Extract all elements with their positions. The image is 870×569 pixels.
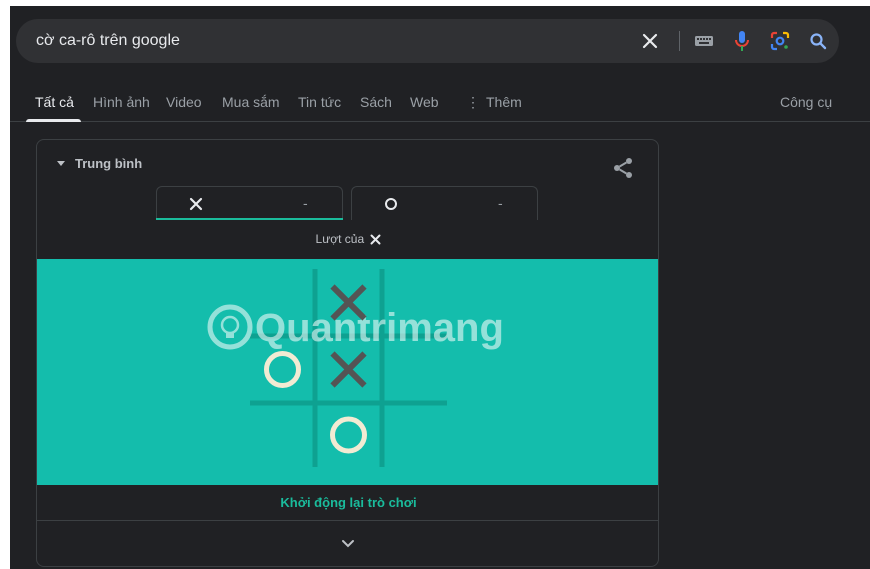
active-tab-indicator xyxy=(26,119,81,122)
tab-news[interactable]: Tin tức xyxy=(298,94,341,110)
google-results-page: cờ ca-rô trên google Tất cả Hình ảnh Vid… xyxy=(10,6,870,569)
card-divider xyxy=(37,520,658,521)
difficulty-dropdown[interactable]: Trung bình xyxy=(57,156,142,171)
search-bar-divider xyxy=(679,31,680,51)
x-mark-icon xyxy=(189,197,203,211)
tab-more[interactable]: ⋮ Thêm xyxy=(466,94,522,111)
tab-shopping[interactable]: Mua sắm xyxy=(222,94,280,110)
board-cell[interactable] xyxy=(250,269,315,336)
board-cell[interactable] xyxy=(382,269,447,336)
search-input[interactable]: cờ ca-rô trên google xyxy=(36,19,180,63)
tab-more-label: Thêm xyxy=(486,94,522,110)
x-mark-icon xyxy=(370,234,381,245)
google-lens-icon[interactable] xyxy=(768,29,792,53)
tools-button[interactable]: Công cụ xyxy=(780,94,832,110)
restart-game-button[interactable]: Khởi động lại trò chơi xyxy=(37,495,658,510)
player-o-score: - xyxy=(498,195,503,211)
board-cell[interactable] xyxy=(382,403,447,467)
board-cell[interactable] xyxy=(382,336,447,403)
active-player-indicator xyxy=(156,218,343,220)
board-cell[interactable] xyxy=(315,403,382,467)
game-board[interactable]: Quantrimang xyxy=(37,259,658,485)
board-marks xyxy=(250,269,447,467)
tab-books[interactable]: Sách xyxy=(360,94,392,110)
turn-indicator: Lượt của xyxy=(37,232,658,246)
board-cell[interactable] xyxy=(250,336,315,403)
search-tabs: Tất cả Hình ảnh Video Mua sắm Tin tức Sá… xyxy=(10,88,870,122)
tab-all[interactable]: Tất cả xyxy=(35,94,74,110)
turn-label: Lượt của xyxy=(315,232,365,246)
search-bar[interactable]: cờ ca-rô trên google xyxy=(16,19,839,63)
caret-down-icon xyxy=(57,160,65,166)
board-canvas: Quantrimang xyxy=(207,269,504,467)
tab-web[interactable]: Web xyxy=(410,94,439,110)
close-icon[interactable] xyxy=(638,29,662,53)
o-mark-icon xyxy=(385,198,397,210)
player-o-score-tab: - xyxy=(351,186,538,220)
tab-images[interactable]: Hình ảnh xyxy=(93,94,150,110)
player-x-score-tab: - xyxy=(156,186,343,220)
search-icon[interactable] xyxy=(806,29,830,53)
player-x-score: - xyxy=(303,195,308,211)
board-cell[interactable] xyxy=(250,403,315,467)
difficulty-label: Trung bình xyxy=(75,156,143,171)
tic-tac-toe-card: Trung bình - - Lượt của Khởi động lại tr… xyxy=(36,139,659,567)
tab-video[interactable]: Video xyxy=(166,94,202,110)
keyboard-icon[interactable] xyxy=(692,29,716,53)
more-vert-icon: ⋮ xyxy=(466,94,480,110)
share-icon[interactable] xyxy=(611,156,635,180)
microphone-icon[interactable] xyxy=(730,29,754,53)
chevron-down-icon[interactable] xyxy=(338,533,358,553)
